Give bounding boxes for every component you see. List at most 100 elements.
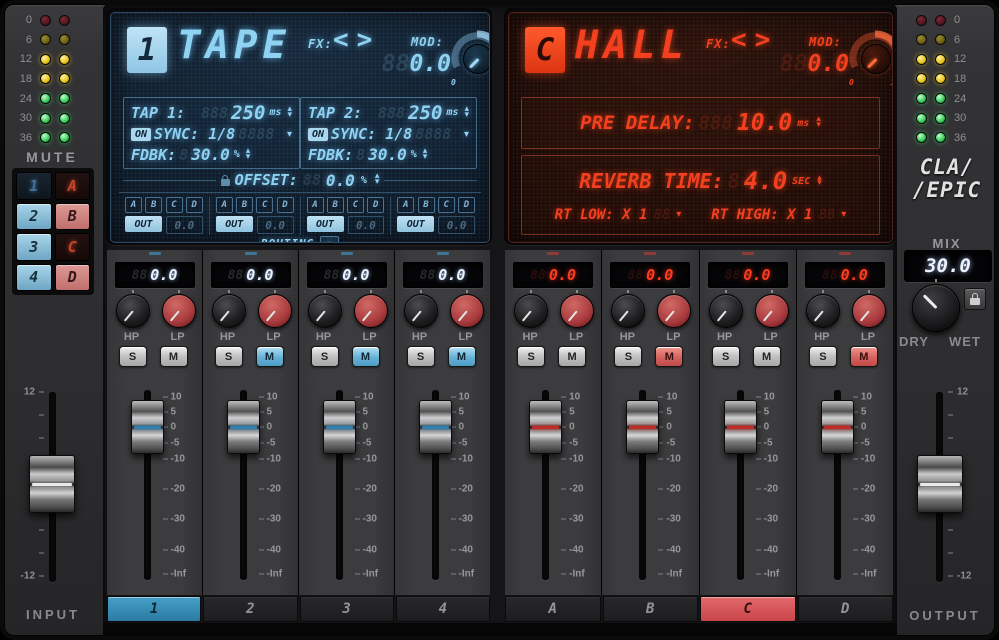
mod-value-display[interactable]: 880.0 bbox=[359, 51, 451, 77]
mute-button-C[interactable]: C bbox=[55, 233, 91, 261]
routing-target-A-button[interactable]: A bbox=[397, 197, 414, 213]
tap1-sync-dropdown-icon[interactable]: ▾ bbox=[287, 129, 292, 140]
tap2-sync-dropdown-icon[interactable]: ▾ bbox=[464, 129, 469, 140]
lp-filter-knob[interactable] bbox=[162, 294, 196, 328]
channel-tab-D[interactable]: D bbox=[798, 596, 894, 622]
out-value[interactable]: 0.0 bbox=[438, 216, 475, 234]
mod-knob[interactable]: 0 100 bbox=[449, 27, 490, 89]
routing-target-C-button[interactable]: C bbox=[256, 197, 273, 213]
hp-filter-knob[interactable] bbox=[806, 294, 840, 328]
routing-target-B-button[interactable]: B bbox=[145, 197, 162, 213]
fader-handle[interactable] bbox=[626, 400, 659, 454]
hp-filter-knob[interactable] bbox=[709, 294, 743, 328]
solo-button[interactable]: S bbox=[614, 346, 642, 367]
mute-button[interactable]: M bbox=[352, 346, 380, 367]
tap1-time-stepper[interactable]: ▴▾ bbox=[287, 107, 292, 118]
lp-filter-knob[interactable] bbox=[354, 294, 388, 328]
lp-filter-knob[interactable] bbox=[450, 294, 484, 328]
mute-button[interactable]: M bbox=[448, 346, 476, 367]
mix-value-display[interactable]: 30.0 bbox=[904, 250, 992, 282]
solo-button[interactable]: S bbox=[407, 346, 435, 367]
routing-target-C-button[interactable]: C bbox=[166, 197, 183, 213]
out-value[interactable]: 0.0 bbox=[257, 216, 294, 234]
solo-button[interactable]: S bbox=[809, 346, 837, 367]
mute-button[interactable]: M bbox=[256, 346, 284, 367]
dry-wet-knob[interactable] bbox=[912, 284, 960, 332]
reverb-time-value[interactable]: 4.0 bbox=[744, 167, 787, 195]
rt-low-value[interactable]: RT LOW: X 1 bbox=[555, 207, 648, 223]
fader-handle[interactable] bbox=[131, 400, 164, 454]
hp-filter-knob[interactable] bbox=[212, 294, 246, 328]
hp-filter-knob[interactable] bbox=[404, 294, 438, 328]
channel-level-display[interactable]: 880.0 bbox=[307, 262, 387, 288]
rt-high-dropdown-icon[interactable]: ▾ bbox=[841, 209, 846, 220]
mute-button-3[interactable]: 3 bbox=[16, 233, 52, 261]
mute-button[interactable]: M bbox=[160, 346, 188, 367]
tap2-sync-value[interactable]: SYNC: 1/8 bbox=[331, 125, 412, 143]
hp-filter-knob[interactable] bbox=[116, 294, 150, 328]
out-value[interactable]: 0.0 bbox=[166, 216, 203, 234]
pre-delay-value[interactable]: 10.0 bbox=[737, 110, 792, 136]
channel-level-display[interactable]: 880.0 bbox=[513, 262, 593, 288]
channel-tab-4[interactable]: 4 bbox=[396, 596, 490, 622]
routing-target-B-button[interactable]: B bbox=[418, 197, 435, 213]
routing-target-D-button[interactable]: D bbox=[277, 197, 294, 213]
hp-filter-knob[interactable] bbox=[308, 294, 342, 328]
reverb-mode-title[interactable]: HALL bbox=[575, 23, 689, 68]
fader-handle[interactable] bbox=[419, 400, 452, 454]
tap2-on-button[interactable]: ON bbox=[308, 128, 328, 141]
solo-button[interactable]: S bbox=[311, 346, 339, 367]
mod-knob-dial[interactable] bbox=[861, 44, 891, 74]
mute-button[interactable]: M bbox=[753, 346, 781, 367]
solo-button[interactable]: S bbox=[712, 346, 740, 367]
mute-button[interactable]: M bbox=[655, 346, 683, 367]
channel-level-display[interactable]: 880.0 bbox=[211, 262, 291, 288]
mute-button-B[interactable]: B bbox=[55, 203, 91, 231]
delay-mode-title[interactable]: TAPE bbox=[177, 23, 291, 68]
channel-tab-B[interactable]: B bbox=[603, 596, 699, 622]
channel-tab-2[interactable]: 2 bbox=[203, 596, 297, 622]
routing-target-A-button[interactable]: A bbox=[125, 197, 142, 213]
channel-level-display[interactable]: 880.0 bbox=[115, 262, 195, 288]
tap2-fdbk-value[interactable]: 30.0 bbox=[368, 145, 407, 164]
lp-filter-knob[interactable] bbox=[852, 294, 886, 328]
routing-target-C-button[interactable]: C bbox=[347, 197, 364, 213]
out-value[interactable]: 0.0 bbox=[348, 216, 385, 234]
tap2-time-stepper[interactable]: ▴▾ bbox=[464, 107, 469, 118]
routing-target-C-button[interactable]: C bbox=[438, 197, 455, 213]
out-button[interactable]: OUT bbox=[397, 216, 434, 232]
mute-button-A[interactable]: A bbox=[55, 172, 91, 200]
mod-knob-dial[interactable] bbox=[463, 44, 490, 74]
fader-handle[interactable] bbox=[323, 400, 356, 454]
offset-stepper[interactable]: ▴▾ bbox=[375, 174, 380, 185]
channel-tab-A[interactable]: A bbox=[505, 596, 601, 622]
offset-lock-icon[interactable] bbox=[221, 179, 230, 186]
mute-button-2[interactable]: 2 bbox=[16, 203, 52, 231]
out-button[interactable]: OUT bbox=[125, 216, 162, 232]
mod-value-display[interactable]: 880.0 bbox=[757, 51, 849, 77]
channel-level-display[interactable]: 880.0 bbox=[805, 262, 885, 288]
channel-level-display[interactable]: 880.0 bbox=[610, 262, 690, 288]
fx-prev-icon[interactable]: < bbox=[333, 25, 357, 55]
lp-filter-knob[interactable] bbox=[657, 294, 691, 328]
channel-tab-1[interactable]: 1 bbox=[107, 596, 201, 622]
fader-handle[interactable] bbox=[529, 400, 562, 454]
channel-tab-C[interactable]: C bbox=[700, 596, 796, 622]
mute-button-1[interactable]: 1 bbox=[16, 172, 52, 200]
solo-button[interactable]: S bbox=[119, 346, 147, 367]
routing-target-D-button[interactable]: D bbox=[186, 197, 203, 213]
fx-prev-icon[interactable]: < bbox=[731, 25, 755, 55]
solo-button[interactable]: S bbox=[215, 346, 243, 367]
tap1-fdbk-value[interactable]: 30.0 bbox=[191, 145, 230, 164]
channel-tab-3[interactable]: 3 bbox=[300, 596, 394, 622]
tap2-fdbk-stepper[interactable]: ▴▾ bbox=[423, 149, 428, 160]
hp-filter-knob[interactable] bbox=[514, 294, 548, 328]
lp-filter-knob[interactable] bbox=[560, 294, 594, 328]
routing-collapse-button[interactable]: ▲ bbox=[320, 236, 339, 243]
routing-target-D-button[interactable]: D bbox=[458, 197, 475, 213]
tap1-sync-value[interactable]: SYNC: 1/8 bbox=[154, 125, 235, 143]
fader-handle[interactable] bbox=[724, 400, 757, 454]
channel-level-display[interactable]: 880.0 bbox=[403, 262, 483, 288]
mod-knob[interactable]: 0 100 bbox=[847, 27, 893, 89]
solo-button[interactable]: S bbox=[517, 346, 545, 367]
